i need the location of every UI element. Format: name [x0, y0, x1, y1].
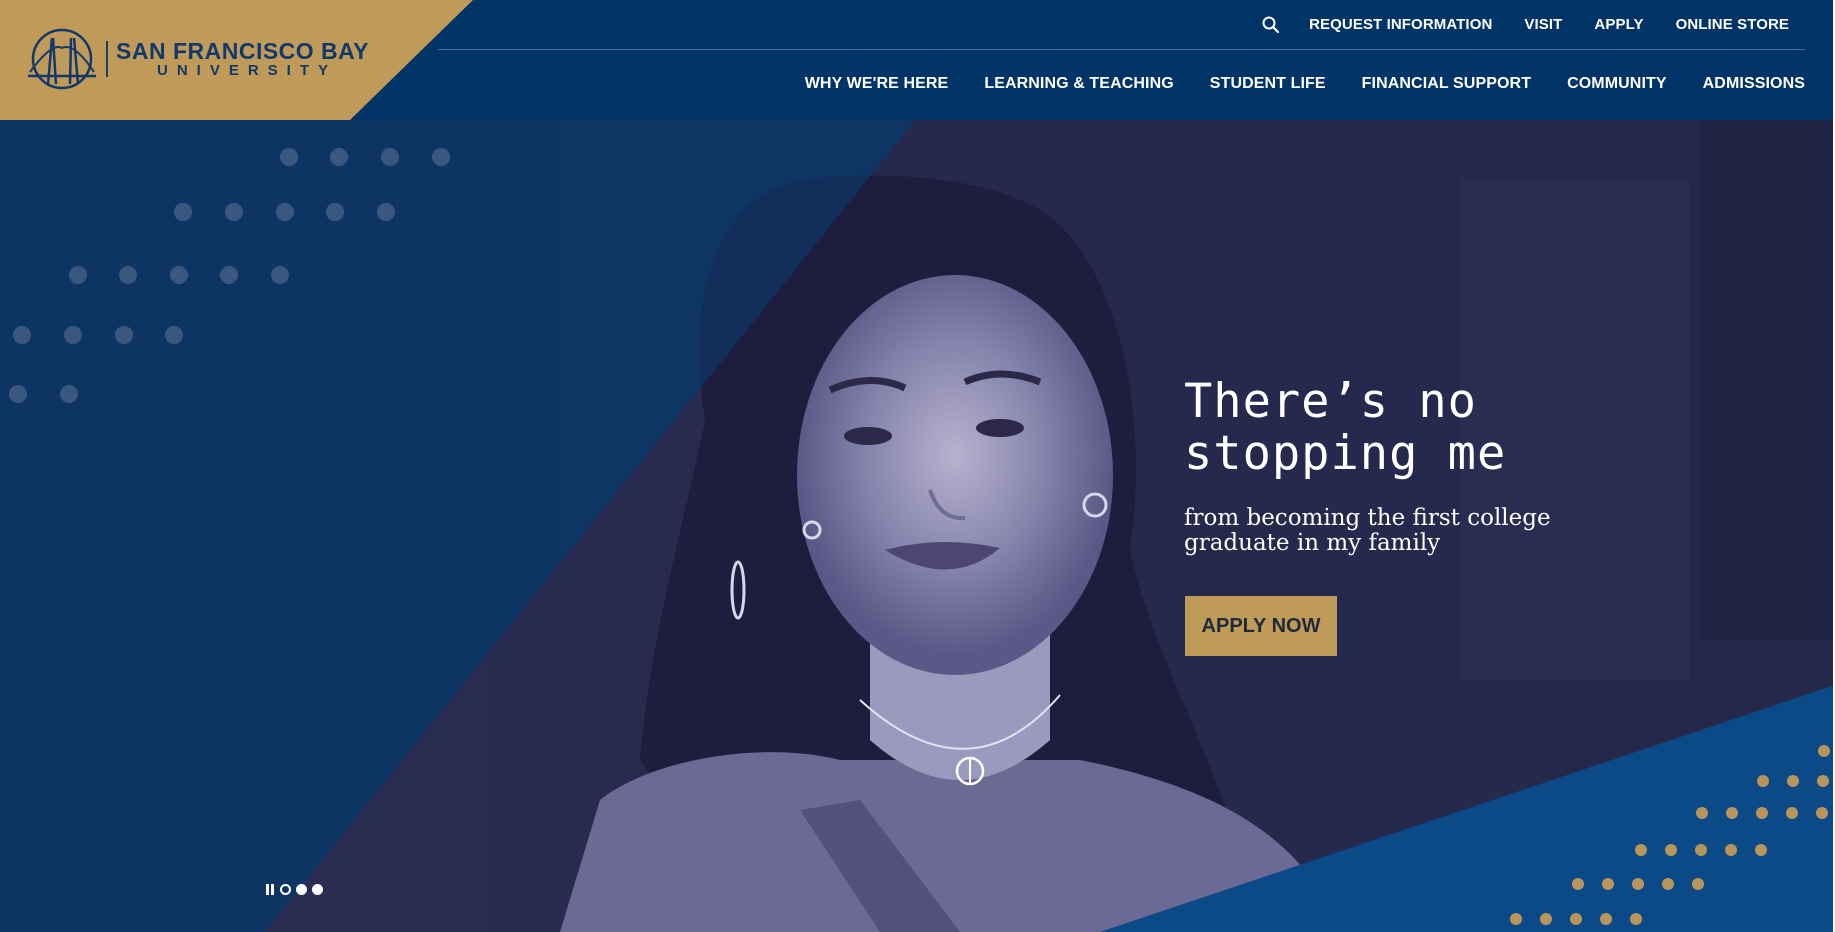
- hero-subheading: from becoming the first college graduate…: [1184, 505, 1551, 556]
- apply-now-button[interactable]: APPLY NOW: [1185, 596, 1337, 656]
- nav-item-student-life[interactable]: STUDENT LIFE: [1210, 75, 1326, 93]
- util-link-apply[interactable]: APPLY: [1594, 16, 1643, 33]
- logo-line-1: SAN FRANCISCO BAY: [116, 37, 370, 64]
- nav-item-admissions[interactable]: ADMISSIONS: [1703, 75, 1805, 93]
- site-header: SAN FRANCISCO BAY UNIVERSITY REQUEST INF…: [0, 0, 1835, 120]
- nav-item-why-were-here[interactable]: WHY WE'RE HERE: [805, 75, 949, 93]
- search-icon[interactable]: [1262, 16, 1280, 33]
- slide-dot-2[interactable]: [296, 884, 307, 895]
- util-link-request-information[interactable]: REQUEST INFORMATION: [1309, 16, 1492, 33]
- nav-item-financial-support[interactable]: FINANCIAL SUPPORT: [1362, 75, 1531, 93]
- logo-wordmark: SAN FRANCISCO BAY UNIVERSITY: [116, 37, 370, 79]
- nav-item-community[interactable]: COMMUNITY: [1567, 75, 1667, 93]
- slide-dot-3[interactable]: [312, 884, 323, 895]
- pause-icon[interactable]: [266, 884, 274, 895]
- nav-item-learning-teaching[interactable]: LEARNING & TEACHING: [984, 75, 1173, 93]
- slider-controls: [266, 884, 323, 895]
- logo-line-2: UNIVERSITY: [157, 61, 338, 79]
- logo-divider: [106, 41, 108, 77]
- main-nav: WHY WE'RE HERE LEARNING & TEACHING STUDE…: [769, 62, 1805, 106]
- bridge-logo-icon: [28, 28, 96, 90]
- util-link-online-store[interactable]: ONLINE STORE: [1676, 16, 1789, 33]
- hero-banner: There’s no stopping me from becoming the…: [0, 120, 1835, 932]
- university-logo[interactable]: SAN FRANCISCO BAY UNIVERSITY: [26, 26, 369, 92]
- util-link-visit[interactable]: VISIT: [1524, 16, 1562, 33]
- utility-nav: REQUEST INFORMATION VISIT APPLY ONLINE S…: [1262, 0, 1789, 48]
- header-divider: [438, 49, 1805, 50]
- slide-dot-1[interactable]: [280, 884, 291, 895]
- hero-heading: There’s no stopping me: [1184, 374, 1507, 481]
